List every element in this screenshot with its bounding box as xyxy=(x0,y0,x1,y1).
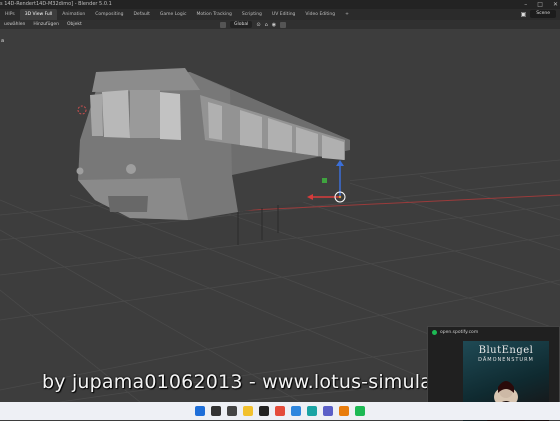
explorer-icon[interactable] xyxy=(243,406,253,416)
files-icon[interactable] xyxy=(291,406,301,416)
menu-select[interactable]: uswählen xyxy=(0,22,29,27)
3d-cursor-icon xyxy=(77,105,87,115)
transform-controls: Global ⊙ ⌂ ◉ xyxy=(220,21,287,28)
taskbar xyxy=(0,402,560,420)
tab-animation[interactable]: Animation xyxy=(57,9,90,20)
add-workspace-button[interactable]: + xyxy=(340,9,354,20)
minimize-icon[interactable]: – xyxy=(524,0,527,9)
snap-icon[interactable]: ⌂ xyxy=(265,22,268,28)
spotify-icon[interactable] xyxy=(355,406,365,416)
tram-model xyxy=(76,68,350,245)
edge-icon[interactable] xyxy=(307,406,317,416)
tab-video-editing[interactable]: Video Editing xyxy=(300,9,340,20)
tab-3d-view-full[interactable]: 3D View Full xyxy=(19,9,58,20)
windows-start-icon[interactable] xyxy=(195,406,205,416)
scene-selector[interactable]: Scene xyxy=(530,10,556,18)
window-title: s 14D-Rendert14D-M32dimo] - Blender 5.0.… xyxy=(0,1,112,7)
close-icon[interactable]: ✕ xyxy=(553,0,558,9)
window-controls: – □ ✕ xyxy=(524,0,558,9)
tab-motion-tracking[interactable]: Motion Tracking xyxy=(191,9,236,20)
tab-scripting[interactable]: Scripting xyxy=(237,9,267,20)
workspace-tabs: HIPs 3D View Full Animation Compositing … xyxy=(0,9,560,20)
store-icon[interactable] xyxy=(259,406,269,416)
overlay-icon[interactable] xyxy=(280,21,287,28)
popup-header: open.spotify.com xyxy=(428,327,559,337)
scene-selector-group: ▣ Scene xyxy=(521,10,556,18)
transform-orientation-dropdown[interactable]: Global xyxy=(230,21,253,28)
teams-icon[interactable] xyxy=(323,406,333,416)
title-bar: s 14D-Rendert14D-M32dimo] - Blender 5.0.… xyxy=(0,0,560,9)
tab-uv-editing[interactable]: UV Editing xyxy=(267,9,300,20)
tab-game-logic[interactable]: Game Logic xyxy=(155,9,192,20)
spotify-icon xyxy=(432,329,437,335)
viewport-header: uswählen Hinzufügen Objekt Global ⊙ ⌂ ◉ xyxy=(0,20,560,29)
popup-source: open.spotify.com xyxy=(440,329,479,335)
blender-icon[interactable] xyxy=(339,406,349,416)
pivot-icon[interactable]: ⊙ xyxy=(256,22,260,28)
tab-default[interactable]: Default xyxy=(128,9,154,20)
scene-icon: ▣ xyxy=(520,10,527,18)
proportional-icon[interactable]: ◉ xyxy=(272,22,276,28)
search-icon[interactable] xyxy=(211,406,221,416)
transform-orientation-icon xyxy=(220,21,226,28)
watermark-text: by jupama01062013 - www.lotus-simulator.… xyxy=(42,371,489,393)
task-view-icon[interactable] xyxy=(227,406,237,416)
maximize-icon[interactable]: □ xyxy=(537,0,543,9)
chrome-icon[interactable] xyxy=(275,406,285,416)
menu-add[interactable]: Hinzufügen xyxy=(29,22,63,27)
tab-hips[interactable]: HIPs xyxy=(0,9,20,20)
menu-object[interactable]: Objekt xyxy=(63,22,86,27)
tab-compositing[interactable]: Compositing xyxy=(90,9,128,20)
